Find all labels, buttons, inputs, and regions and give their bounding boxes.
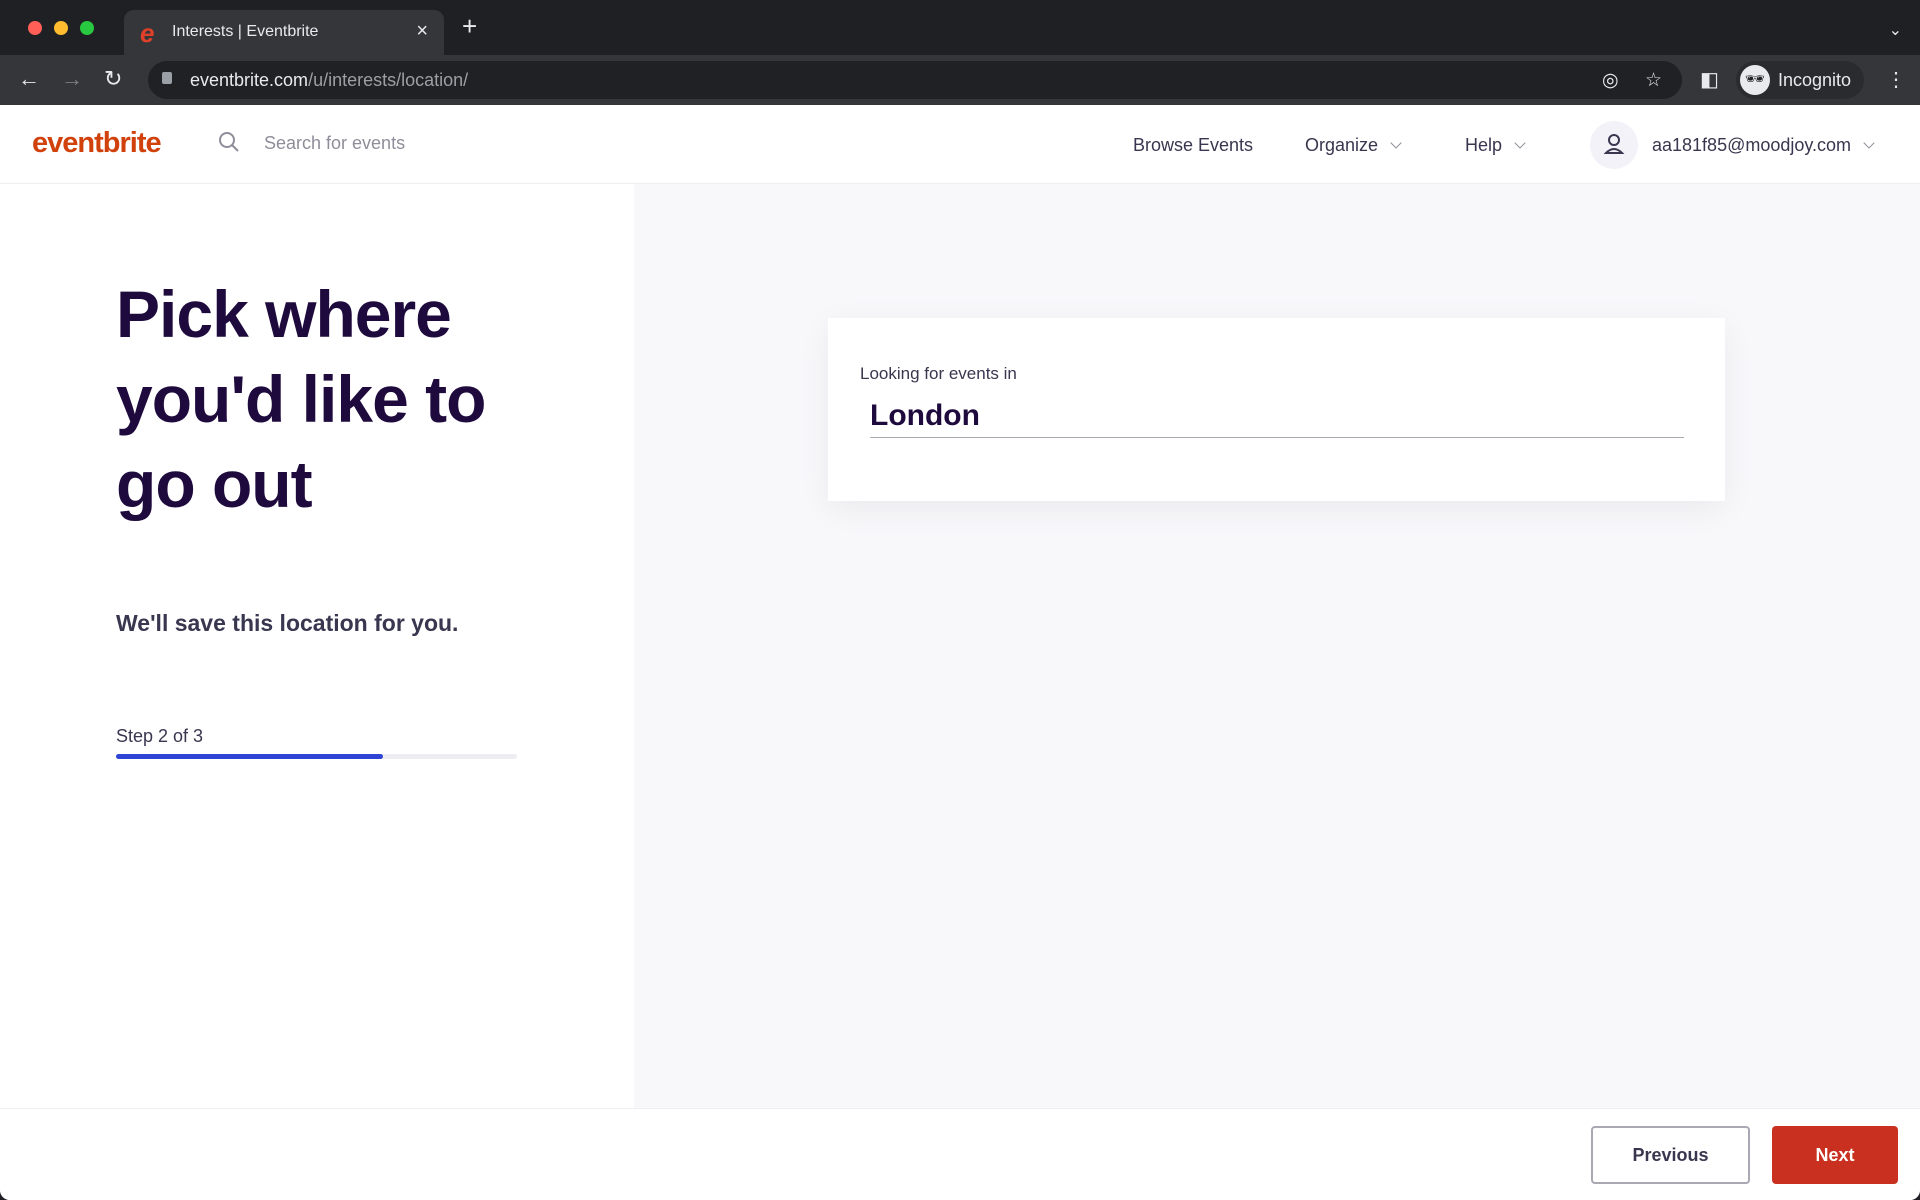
site-header: eventbrite Browse Events Organize Help a… <box>0 105 1920 184</box>
search-input[interactable] <box>264 133 564 154</box>
previous-button[interactable]: Previous <box>1591 1126 1750 1184</box>
next-button[interactable]: Next <box>1772 1126 1898 1184</box>
tab-title: Interests | Eventbrite <box>172 23 319 40</box>
lock-icon <box>162 72 172 84</box>
right-panel: Looking for events in <box>634 184 1920 1108</box>
location-input[interactable] <box>870 394 1684 438</box>
chevron-down-icon <box>1514 137 1526 149</box>
maximize-window-button[interactable] <box>80 21 94 35</box>
progress-fill <box>116 754 384 759</box>
tab-close-icon[interactable]: × <box>416 20 428 43</box>
user-email: aa181f85@moodjoy.com <box>1652 135 1852 155</box>
more-menu-icon[interactable]: ⋮ <box>1886 67 1906 92</box>
help-menu[interactable]: Help <box>1465 135 1526 156</box>
organize-label: Organize <box>1305 135 1379 155</box>
user-avatar-icon[interactable] <box>1590 121 1638 169</box>
browser-tab[interactable]: e Interests | Eventbrite × <box>124 10 444 55</box>
chevron-down-icon <box>1863 137 1875 149</box>
browser-toolbar: ← → ↻ eventbrite.com/u/interests/locatio… <box>0 55 1920 105</box>
incognito-label: Incognito <box>1778 70 1852 90</box>
left-panel: Pick where you'd like to go out We'll sa… <box>0 184 634 1108</box>
address-bar[interactable]: eventbrite.com/u/interests/location/ ◎ ☆ <box>148 61 1682 99</box>
reload-icon[interactable]: ↻ <box>104 67 122 91</box>
side-panel-icon[interactable]: ◧ <box>1700 67 1719 92</box>
tab-search-chevron-icon[interactable]: ⌄ <box>1889 20 1902 40</box>
star-icon[interactable]: ☆ <box>1645 69 1662 92</box>
incognito-profile-button[interactable]: 🕶 Incognito <box>1736 61 1864 99</box>
progress-bar <box>116 754 517 759</box>
page: eventbrite Browse Events Organize Help a… <box>0 105 1920 1200</box>
eventbrite-favicon-icon: e <box>140 18 155 48</box>
page-title: Pick where you'd like to go out <box>116 277 486 521</box>
url-text: eventbrite.com/u/interests/location/ <box>190 70 469 90</box>
subtitle: We'll save this location for you. <box>116 610 459 636</box>
incognito-icon: 🕶 <box>1740 65 1770 95</box>
step-label: Step 2 of 3 <box>116 726 204 746</box>
eventbrite-logo[interactable]: eventbrite <box>32 127 162 160</box>
organize-menu[interactable]: Organize <box>1305 135 1402 156</box>
user-menu[interactable]: aa181f85@moodjoy.com <box>1652 135 1875 156</box>
close-window-button[interactable] <box>28 21 42 35</box>
back-icon[interactable]: ← <box>18 67 40 91</box>
eye-off-icon[interactable]: ◎ <box>1602 69 1619 92</box>
browser-tab-bar: e Interests | Eventbrite × + ⌄ <box>0 0 1920 55</box>
help-label: Help <box>1465 135 1503 155</box>
minimize-window-button[interactable] <box>54 21 68 35</box>
chevron-down-icon <box>1390 137 1402 149</box>
new-tab-button[interactable]: + <box>462 13 477 39</box>
browse-events-link[interactable]: Browse Events <box>1133 135 1253 156</box>
location-card: Looking for events in <box>828 318 1725 501</box>
search-icon <box>219 132 239 152</box>
location-label: Looking for events in <box>860 364 1017 383</box>
footer-bar: Previous Next <box>0 1108 1920 1200</box>
forward-icon[interactable]: → <box>61 67 83 91</box>
